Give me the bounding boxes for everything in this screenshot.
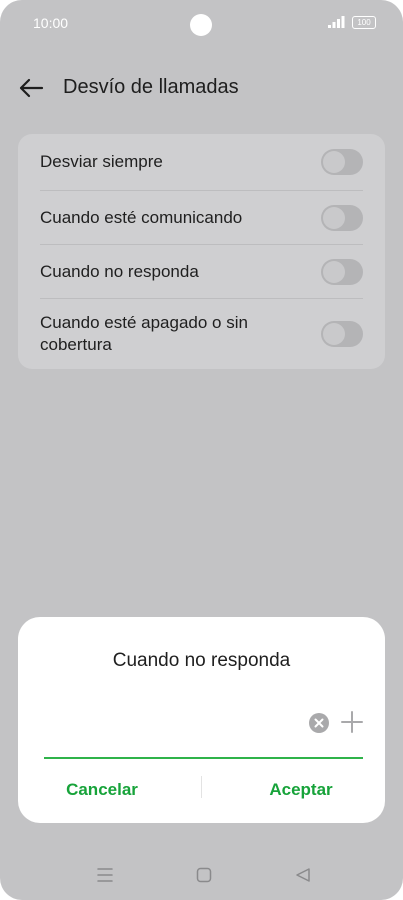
button-divider xyxy=(201,776,202,798)
phone-number-input[interactable] xyxy=(44,707,298,749)
back-triangle-icon[interactable] xyxy=(294,866,312,884)
option-always[interactable]: Desviar siempre xyxy=(40,134,363,191)
status-time: 10:00 xyxy=(33,15,69,31)
cancel-button[interactable]: Cancelar xyxy=(22,772,182,808)
option-label: Cuando esté apagado o sin cobertura xyxy=(40,313,248,354)
number-input-row xyxy=(44,707,363,759)
toggle-switch[interactable] xyxy=(321,204,363,231)
toggle-switch[interactable] xyxy=(321,149,363,175)
toggle-switch[interactable] xyxy=(321,258,363,285)
accept-button[interactable]: Aceptar xyxy=(221,772,381,808)
forwarding-options-list: Desviar siempre Cuando esté comunicando … xyxy=(18,134,385,369)
arrow-left-icon[interactable] xyxy=(18,76,44,100)
option-unreachable[interactable]: Cuando esté apagado o sin cobertura xyxy=(40,299,363,369)
app-bar: Desvío de llamadas xyxy=(0,66,403,110)
home-square-icon[interactable] xyxy=(195,866,213,884)
number-dialog: Cuando no responda Cancelar Aceptar xyxy=(18,617,385,823)
clear-circle-icon[interactable] xyxy=(309,713,329,733)
toggle-knob xyxy=(323,151,345,173)
toggle-switch[interactable] xyxy=(321,321,363,347)
page-title: Desvío de llamadas xyxy=(63,76,239,98)
input-underline xyxy=(44,757,363,759)
option-label: Desviar siempre xyxy=(40,152,163,171)
toggle-knob xyxy=(323,323,345,345)
option-no-answer[interactable]: Cuando no responda xyxy=(40,245,363,299)
front-camera xyxy=(190,14,212,36)
plus-icon[interactable] xyxy=(341,711,363,733)
navigation-bar xyxy=(0,860,403,890)
toggle-knob xyxy=(323,206,345,229)
option-label: Cuando no responda xyxy=(40,261,199,281)
status-bar: 10:00 100 xyxy=(0,0,403,44)
signal-icon xyxy=(328,16,345,28)
menu-icon[interactable] xyxy=(96,866,114,884)
option-label: Cuando esté comunicando xyxy=(40,207,243,227)
option-busy[interactable]: Cuando esté comunicando xyxy=(40,191,363,245)
screen: 10:00 100 Desvío de llamadas Desviar sie… xyxy=(0,0,403,900)
dialog-title: Cuando no responda xyxy=(112,650,291,671)
battery-icon: 100 xyxy=(352,16,376,29)
toggle-knob xyxy=(323,260,345,283)
